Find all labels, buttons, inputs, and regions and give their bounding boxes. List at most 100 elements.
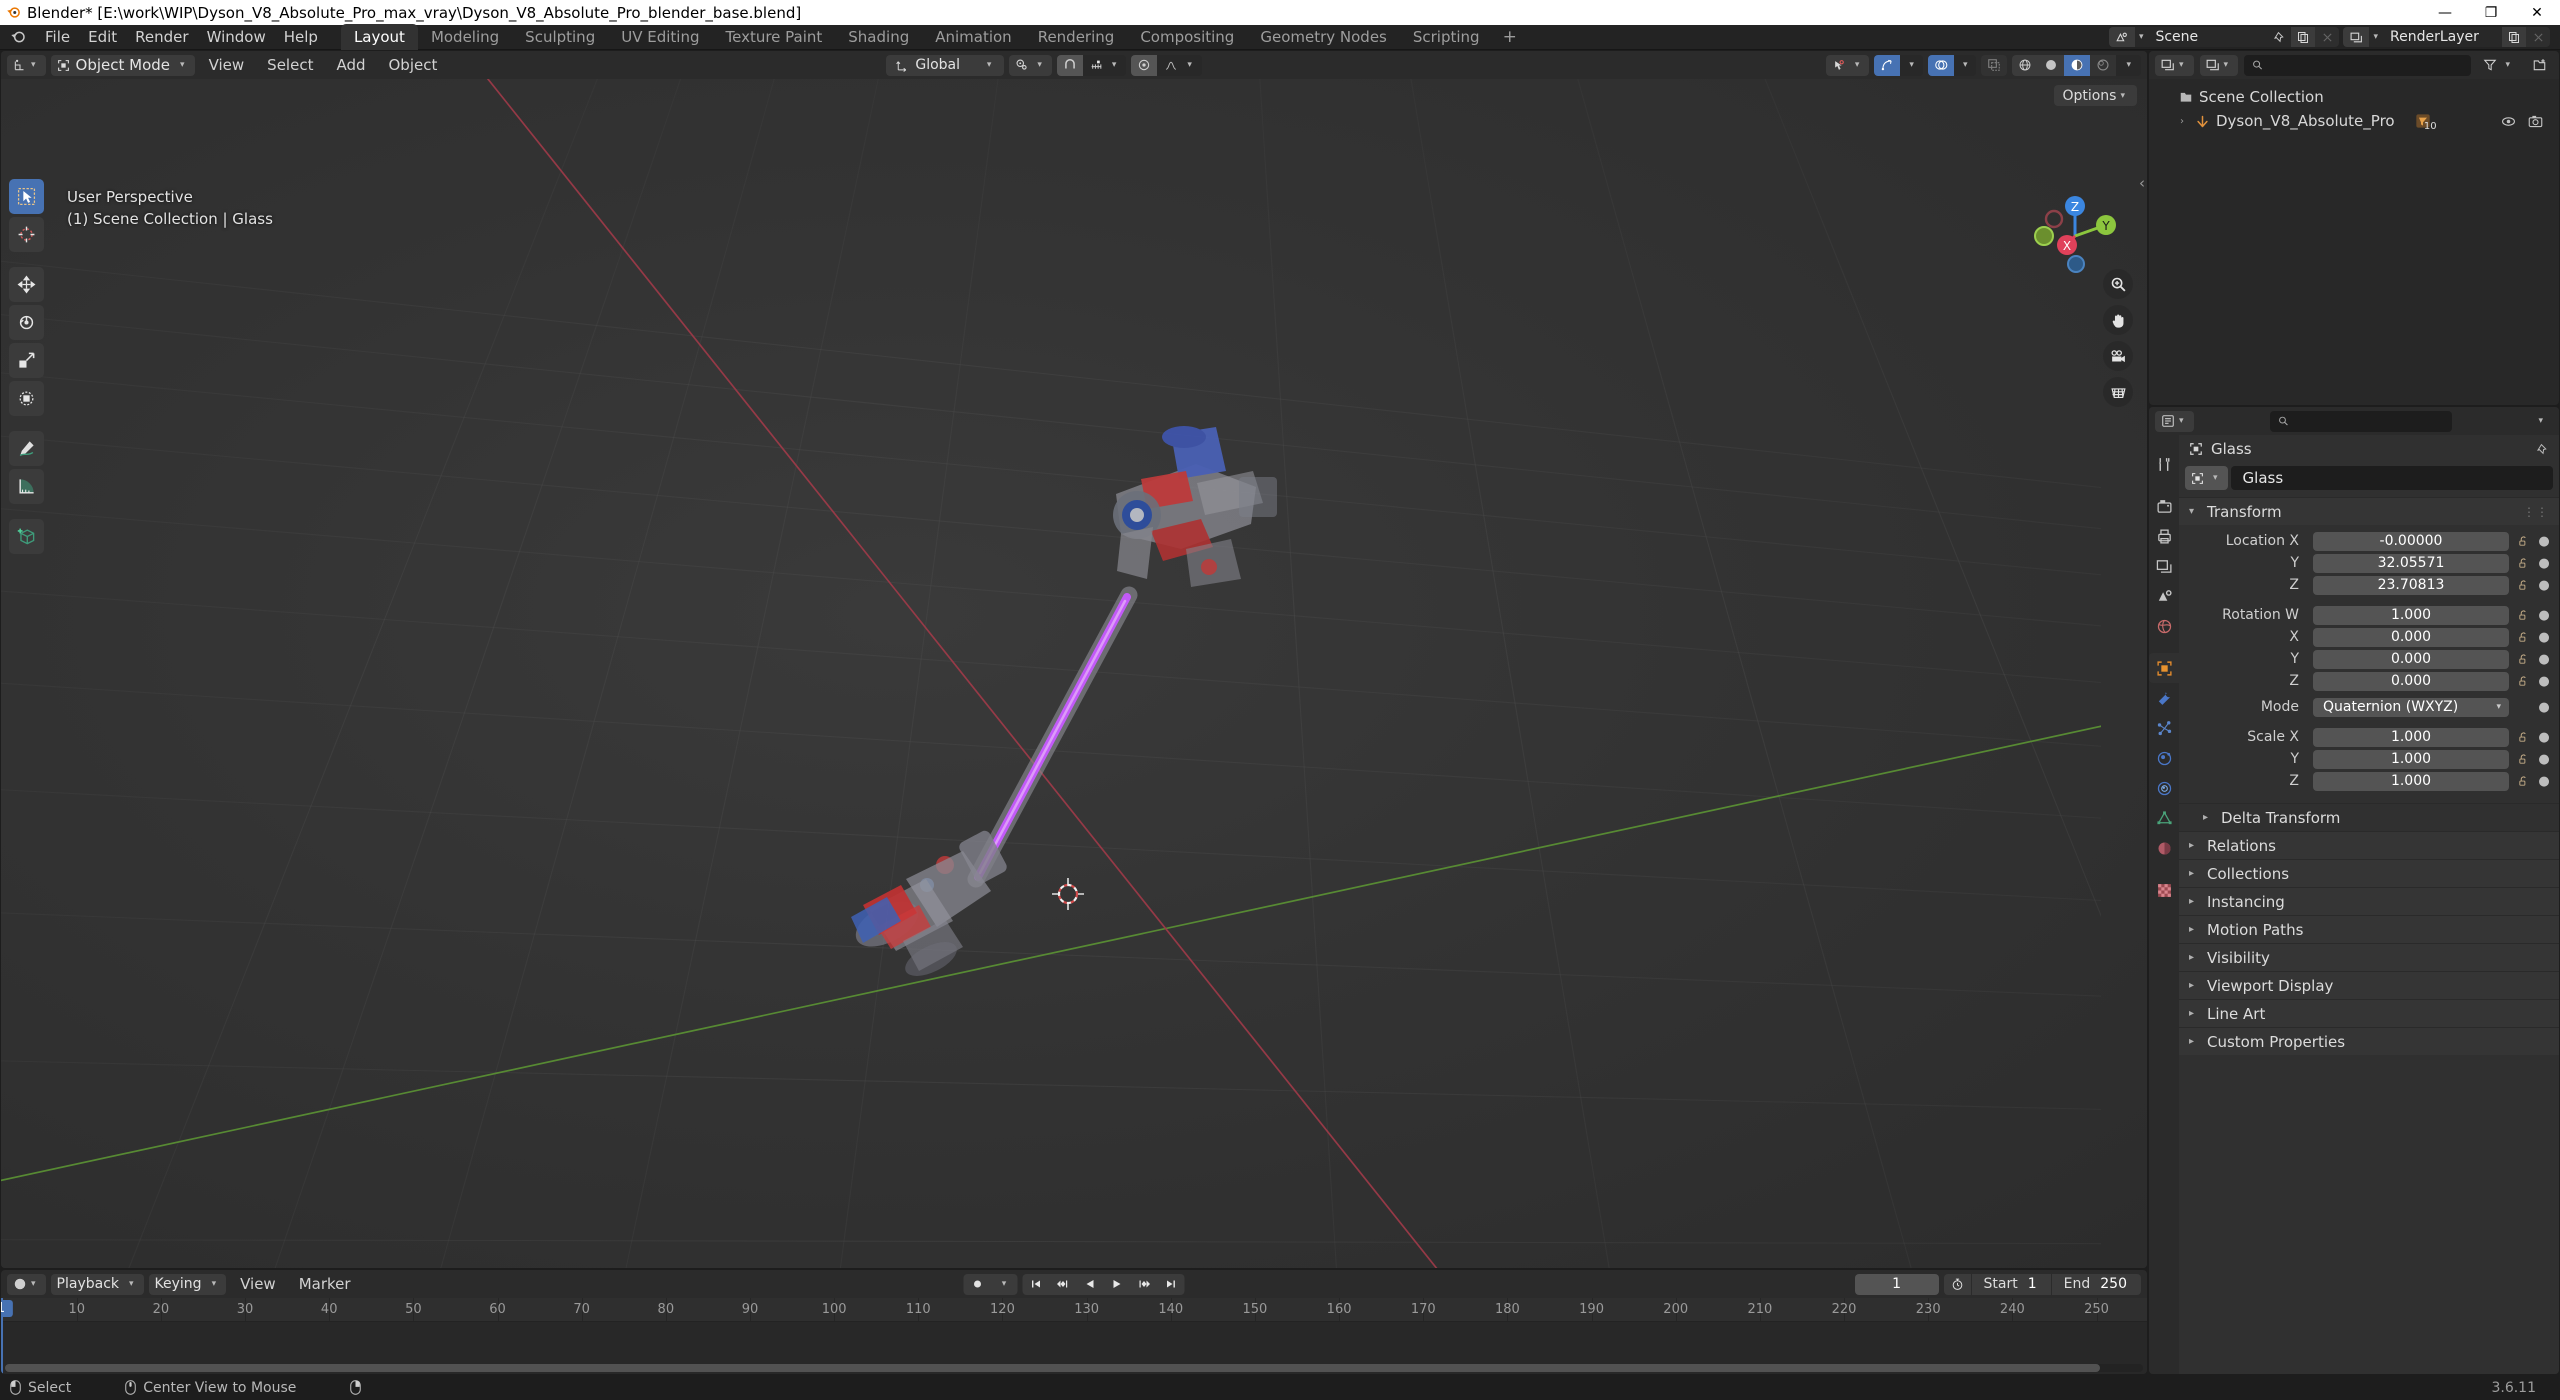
animate-property-dot-icon[interactable]: ● [2537,578,2551,593]
menu-window[interactable]: Window [198,25,275,49]
close-button[interactable]: ✕ [2514,0,2560,25]
lock-icon[interactable] [2513,631,2533,644]
field-rotation-w[interactable]: 1.000 [2313,605,2509,625]
animate-property-dot-icon[interactable]: ● [2537,730,2551,745]
viewport-menu-add[interactable]: Add [327,56,374,74]
constraints-tab[interactable] [2149,773,2179,803]
menu-edit[interactable]: Edit [79,25,126,49]
field-rotation-mode[interactable]: Quaternion (WXYZ) ▾ [2313,697,2509,717]
material-preview-shading-icon[interactable] [2064,54,2091,76]
tab-texture-paint[interactable]: Texture Paint [712,24,835,50]
lock-icon[interactable] [2513,675,2533,688]
animate-property-dot-icon[interactable]: ● [2537,534,2551,549]
outliner-display-mode-icon[interactable]: ▾ [2199,54,2239,76]
overlays-icon[interactable] [1927,54,1954,76]
new-scene-button[interactable] [2291,27,2316,47]
stopwatch-icon[interactable] [1944,1274,1971,1295]
timeline-ruler[interactable]: 10 20 30 40 50 60 70 80 90 100 110 120 130 140 150 160 1… [1,1298,2147,1374]
magnet-icon[interactable] [1056,54,1083,76]
outliner-row-dyson-object[interactable]: › Dyson_V8_Absolute_Pro 10 [2149,109,2559,133]
view-layer-tab[interactable] [2149,551,2179,581]
outliner-search-box[interactable] [2244,54,2472,76]
current-frame-field[interactable]: 1 [1854,1273,1939,1295]
pin-icon[interactable] [2536,443,2549,456]
animate-property-dot-icon[interactable]: ● [2537,752,2551,767]
menu-render[interactable]: Render [126,25,197,49]
scene-name[interactable]: Scene [2147,27,2268,47]
field-scale-z[interactable]: 1.000 [2313,771,2509,791]
pin-icon[interactable] [2267,27,2292,47]
pan-hand-icon[interactable] [2103,305,2133,335]
render-tab[interactable] [2149,491,2179,521]
properties-search-box[interactable] [2270,410,2452,432]
jump-to-next-keyframe-button[interactable] [1131,1274,1158,1295]
panel-header-delta-transform[interactable]: ▸ Delta Transform [2179,803,2559,831]
jump-to-end-button[interactable] [1158,1274,1185,1295]
lock-icon[interactable] [2513,579,2533,592]
tab-shading[interactable]: Shading [835,24,922,50]
scale-tool[interactable] [9,343,44,378]
object-mode-selector[interactable]: Object Mode ▾ [50,54,195,76]
panel-header-relations[interactable]: ▸ Relations [2179,831,2559,859]
field-location-y[interactable]: 32.05571 [2313,553,2509,573]
properties-options-dropdown[interactable]: ▾ [2528,411,2553,432]
field-rotation-y[interactable]: 0.000 [2313,649,2509,669]
timeline-menu-keying[interactable]: Keying ▾ [148,1273,227,1295]
camera-view-icon[interactable] [2103,341,2133,371]
play-reverse-button[interactable] [1077,1274,1104,1295]
shading-dropdown[interactable]: ▾ [2116,55,2141,76]
animate-property-dot-icon[interactable]: ● [2537,652,2551,667]
animate-property-dot-icon[interactable]: ● [2537,556,2551,571]
wireframe-shading-icon[interactable] [2012,54,2039,76]
dyson-vacuum-model[interactable] [1,79,2101,1268]
tab-animation[interactable]: Animation [922,24,1024,50]
overlay-dropdown[interactable]: ▾ [1954,55,1977,76]
add-workspace-button[interactable]: + [1493,25,1527,49]
panel-header-visibility[interactable]: ▸ Visibility [2179,943,2559,971]
tab-layout[interactable]: Layout [340,24,418,50]
record-icon[interactable] [964,1274,991,1295]
maximize-button[interactable]: ❐ [2468,0,2514,25]
lock-icon[interactable] [2513,731,2533,744]
object-tab[interactable] [2149,653,2179,683]
object-type-button[interactable]: ▾ [2185,466,2228,490]
scene-selector[interactable]: ▾ Scene [2108,27,2340,47]
x-icon[interactable] [2315,27,2340,47]
xray-toggle[interactable] [1981,54,2008,76]
panel-header-viewport-display[interactable]: ▸ Viewport Display [2179,971,2559,999]
zoom-icon[interactable] [2103,269,2133,299]
viewlayer-name[interactable]: RenderLayer [2382,27,2502,47]
transform-tool[interactable] [9,381,44,416]
properties-search-input[interactable] [2294,413,2444,429]
new-collection-icon[interactable] [2526,55,2553,76]
panel-header-custom-properties[interactable]: ▸ Custom Properties [2179,1027,2559,1055]
disclosure-triangle-icon[interactable]: › [2175,116,2189,127]
viewport-menu-object[interactable]: Object [380,56,447,74]
proportional-edit-icon[interactable] [1131,54,1158,76]
panel-header-motion-paths[interactable]: ▸ Motion Paths [2179,915,2559,943]
timeline-scrollbar[interactable] [5,1364,2143,1372]
new-viewlayer-button[interactable] [2502,27,2526,47]
field-location-x[interactable]: -0.00000 [2313,531,2509,551]
lock-icon[interactable] [2513,609,2533,622]
lock-icon[interactable] [2513,653,2533,666]
field-rotation-x[interactable]: 0.000 [2313,627,2509,647]
animate-property-dot-icon[interactable]: ● [2537,630,2551,645]
sidebar-toggle-arrow-icon[interactable]: ‹ [2139,174,2145,192]
pivot-point-selector[interactable]: ▾ [1009,54,1052,76]
panel-header-collections[interactable]: ▸ Collections [2179,859,2559,887]
add-cube-tool[interactable] [9,519,44,554]
editor-type-3dview-icon[interactable]: ▾ [7,54,46,76]
field-scale-y[interactable]: 1.000 [2313,749,2509,769]
field-location-z[interactable]: 23.70813 [2313,575,2509,595]
modifier-tab[interactable] [2149,683,2179,713]
eye-icon[interactable] [2501,114,2516,129]
scene-tab[interactable] [2149,581,2179,611]
snap-target-selector[interactable]: ▾ [1083,55,1127,76]
tab-uv-editing[interactable]: UV Editing [608,24,712,50]
auto-keying-dropdown[interactable]: ▾ [991,1274,1018,1295]
material-tab[interactable] [2149,833,2179,863]
field-rotation-z[interactable]: 0.000 [2313,671,2509,691]
tab-geometry-nodes[interactable]: Geometry Nodes [1247,24,1400,50]
minimize-button[interactable]: — [2422,0,2468,25]
